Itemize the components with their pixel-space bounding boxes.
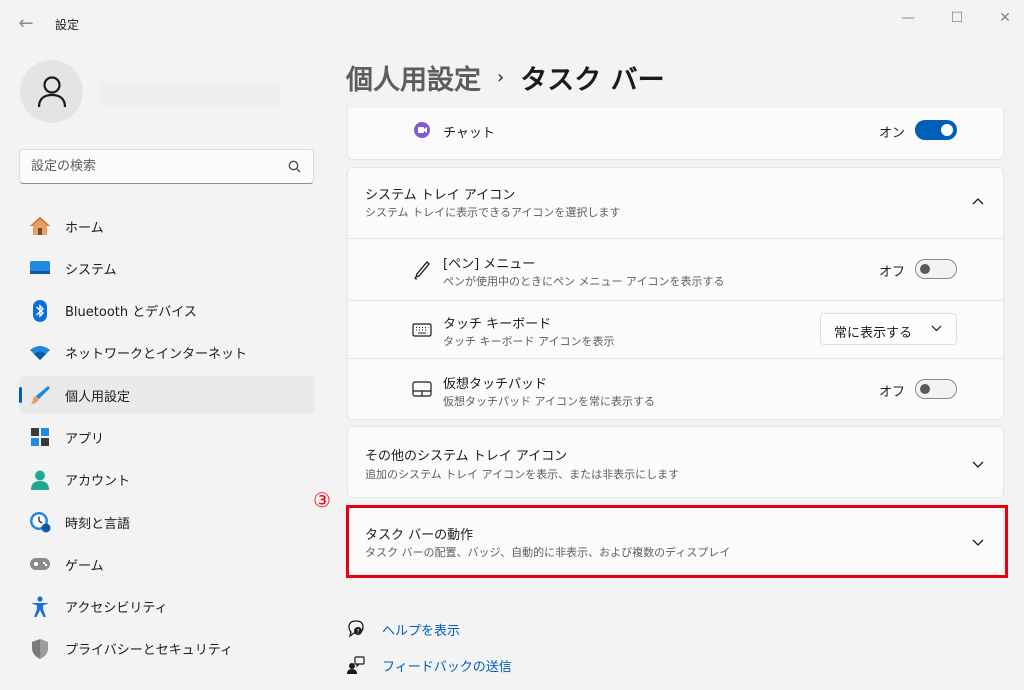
system-tray-subtitle: システム トレイに表示できるアイコンを選択します bbox=[365, 206, 621, 219]
chat-toggle[interactable] bbox=[915, 120, 957, 140]
get-help-text[interactable]: ヘルプを表示 bbox=[382, 620, 460, 639]
sidebar-item-label: ネットワークとインターネット bbox=[65, 347, 248, 363]
chat-row: チャット オン bbox=[348, 108, 1003, 158]
search-input[interactable] bbox=[31, 150, 281, 183]
feedback-link[interactable]: フィードバックの送信 bbox=[346, 647, 512, 683]
chevron-down-icon bbox=[931, 322, 942, 335]
accessibility-icon bbox=[29, 596, 51, 618]
virtual-touchpad-toggle[interactable] bbox=[915, 379, 957, 399]
virtual-touchpad-title: 仮想タッチパッド bbox=[443, 377, 548, 392]
maximize-button[interactable]: ☐ bbox=[942, 8, 972, 28]
touch-keyboard-title: タッチ キーボード bbox=[443, 317, 552, 332]
touch-keyboard-row: タッチ キーボード タッチ キーボード アイコンを表示 常に表示する bbox=[348, 300, 1003, 358]
annotation-marker: ③ bbox=[313, 488, 331, 512]
chat-card: チャット オン bbox=[347, 108, 1004, 160]
sidebar-item-accessibility[interactable]: アクセシビリティ bbox=[19, 588, 315, 626]
chevron-right-icon: › bbox=[497, 67, 505, 88]
search-box[interactable] bbox=[19, 149, 314, 184]
sidebar-item-bluetooth[interactable]: Bluetooth とデバイス bbox=[19, 292, 315, 330]
chevron-up-icon[interactable] bbox=[972, 194, 984, 208]
sidebar-item-label: ホーム bbox=[65, 220, 104, 236]
person-icon bbox=[37, 76, 67, 108]
title-bar: ← 設定 — ☐ ✕ bbox=[0, 0, 1024, 48]
pen-menu-subtitle: ペンが使用中のときにペン メニュー アイコンを表示する bbox=[443, 275, 725, 288]
other-tray-card[interactable]: その他のシステム トレイ アイコン 追加のシステム トレイ アイコンを表示、また… bbox=[347, 426, 1004, 498]
sidebar-item-gaming[interactable]: ゲーム bbox=[19, 545, 315, 583]
chat-label: チャット bbox=[443, 126, 495, 141]
profile-name bbox=[100, 82, 280, 106]
close-button[interactable]: ✕ bbox=[990, 8, 1020, 28]
sidebar-item-label: システム bbox=[65, 262, 117, 278]
pen-menu-title: [ペン] メニュー bbox=[443, 257, 536, 272]
svg-text:?: ? bbox=[356, 629, 359, 636]
touch-keyboard-dropdown[interactable]: 常に表示する bbox=[820, 313, 957, 345]
monitor-icon bbox=[29, 257, 51, 279]
get-help-link[interactable]: ? ヘルプを表示 bbox=[346, 611, 512, 647]
annotation-highlight-box bbox=[346, 505, 1008, 578]
sidebar-item-apps[interactable]: アプリ bbox=[19, 418, 315, 456]
account-icon bbox=[29, 469, 51, 491]
virtual-touchpad-subtitle: 仮想タッチパッド アイコンを常に表示する bbox=[443, 395, 655, 408]
help-links: ? ヘルプを表示 フィードバックの送信 bbox=[346, 611, 512, 683]
sidebar-nav: ホーム システム Bluetooth とデバイス ネットワークとインターネット … bbox=[19, 207, 315, 672]
pen-menu-toggle-state: オフ bbox=[879, 265, 906, 280]
sidebar-item-label: ゲーム bbox=[65, 558, 104, 574]
touch-keyboard-subtitle: タッチ キーボード アイコンを表示 bbox=[443, 335, 615, 348]
sidebar-item-label: プライバシーとセキュリティ bbox=[65, 643, 233, 659]
wifi-icon bbox=[29, 342, 51, 364]
chevron-down-icon[interactable] bbox=[972, 458, 984, 472]
sidebar-item-label: アカウント bbox=[65, 474, 131, 490]
page-title: タスク バー bbox=[520, 65, 665, 96]
breadcrumb: 個人用設定 › タスク バー bbox=[346, 58, 665, 97]
touchpad-icon bbox=[412, 379, 432, 399]
shield-icon bbox=[29, 638, 51, 660]
breadcrumb-parent[interactable]: 個人用設定 bbox=[346, 58, 481, 97]
other-tray-title: その他のシステム トレイ アイコン bbox=[365, 449, 568, 464]
sidebar-item-privacy[interactable]: プライバシーとセキュリティ bbox=[19, 630, 315, 668]
system-tray-card: システム トレイ アイコン システム トレイに表示できるアイコンを選択します [… bbox=[347, 167, 1004, 420]
other-tray-subtitle: 追加のシステム トレイ アイコンを表示、または非表示にします bbox=[365, 468, 680, 481]
chat-toggle-state: オン bbox=[879, 126, 906, 141]
dropdown-value: 常に表示する bbox=[834, 326, 913, 341]
bluetooth-icon bbox=[29, 299, 51, 322]
minimize-button[interactable]: — bbox=[893, 8, 923, 28]
keyboard-icon bbox=[412, 320, 432, 340]
pen-menu-toggle[interactable] bbox=[915, 259, 957, 279]
sidebar-item-accounts[interactable]: アカウント bbox=[19, 461, 315, 499]
system-tray-title: システム トレイ アイコン bbox=[365, 188, 516, 203]
sidebar-item-label: 個人用設定 bbox=[65, 389, 131, 405]
user-profile[interactable] bbox=[20, 60, 280, 123]
clock-globe-icon bbox=[29, 511, 51, 533]
app-title: 設定 bbox=[55, 18, 80, 32]
virtual-touchpad-toggle-state: オフ bbox=[879, 385, 906, 400]
chat-icon bbox=[412, 120, 432, 140]
sidebar-item-home[interactable]: ホーム bbox=[19, 207, 315, 245]
sidebar-item-network[interactable]: ネットワークとインターネット bbox=[19, 334, 315, 372]
apps-icon bbox=[29, 426, 51, 448]
feedback-icon bbox=[346, 655, 366, 675]
sidebar-item-label: 時刻と言語 bbox=[65, 516, 131, 532]
brush-icon bbox=[29, 384, 51, 406]
pen-icon bbox=[412, 260, 432, 280]
sidebar-item-label: アプリ bbox=[65, 431, 105, 447]
arrow-left-icon: ← bbox=[18, 13, 34, 34]
search-icon[interactable] bbox=[288, 160, 301, 173]
virtual-touchpad-row: 仮想タッチパッド 仮想タッチパッド アイコンを常に表示する オフ bbox=[348, 358, 1003, 420]
sidebar-item-time-language[interactable]: 時刻と言語 bbox=[19, 503, 315, 541]
sidebar-item-label: アクセシビリティ bbox=[65, 601, 168, 617]
gamepad-icon bbox=[29, 553, 51, 575]
feedback-text[interactable]: フィードバックの送信 bbox=[382, 656, 512, 675]
home-icon bbox=[29, 215, 51, 237]
pen-menu-row: [ペン] メニュー ペンが使用中のときにペン メニュー アイコンを表示する オフ bbox=[348, 238, 1003, 300]
sidebar-item-personalization[interactable]: 個人用設定 bbox=[19, 376, 315, 415]
help-chat-icon: ? bbox=[346, 619, 366, 639]
system-tray-header[interactable]: システム トレイ アイコン システム トレイに表示できるアイコンを選択します bbox=[348, 168, 1003, 238]
back-button[interactable]: ← bbox=[14, 12, 38, 36]
sidebar-item-system[interactable]: システム bbox=[19, 249, 315, 287]
avatar bbox=[20, 60, 83, 123]
sidebar-item-label: Bluetooth とデバイス bbox=[65, 305, 197, 321]
